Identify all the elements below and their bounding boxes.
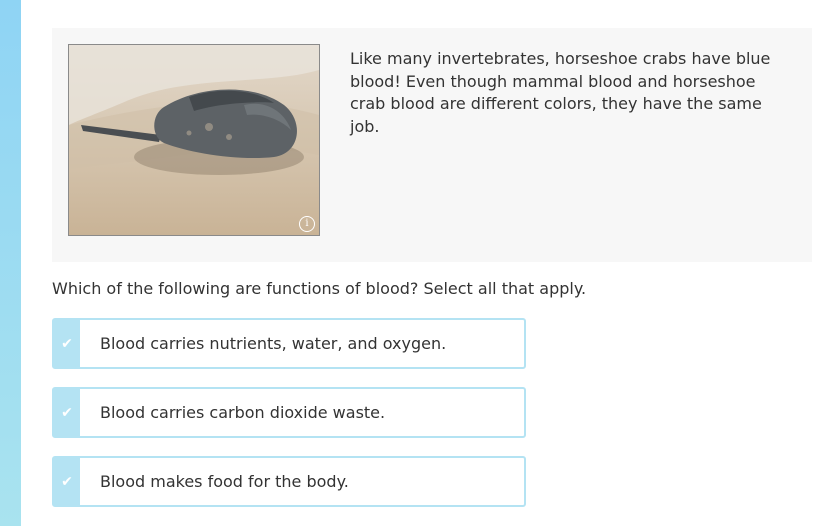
answer-choice-label: Blood carries nutrients, water, and oxyg… bbox=[100, 334, 447, 353]
checkmark-icon: ✔ bbox=[54, 320, 80, 367]
horseshoe-crab-photo: i bbox=[68, 44, 320, 236]
left-rail bbox=[0, 0, 21, 526]
photo-illustration bbox=[69, 45, 319, 175]
intro-text: Like many invertebrates, horseshoe crabs… bbox=[350, 49, 771, 136]
answer-choice-label: Blood makes food for the body. bbox=[100, 472, 349, 491]
checkmark-icon: ✔ bbox=[54, 458, 80, 505]
answer-choice-nutrients[interactable]: ✔ Blood carries nutrients, water, and ox… bbox=[52, 318, 526, 369]
answer-choice-carbon-dioxide[interactable]: ✔ Blood carries carbon dioxide waste. bbox=[52, 387, 526, 438]
question-prompt: Which of the following are functions of … bbox=[52, 279, 587, 298]
info-icon[interactable]: i bbox=[299, 216, 315, 232]
intro-panel: i Like many invertebrates, horseshoe cra… bbox=[52, 28, 812, 262]
checkmark-icon: ✔ bbox=[54, 389, 80, 436]
answer-choice-label: Blood carries carbon dioxide waste. bbox=[100, 403, 386, 422]
answer-choice-makes-food[interactable]: ✔ Blood makes food for the body. bbox=[52, 456, 526, 507]
